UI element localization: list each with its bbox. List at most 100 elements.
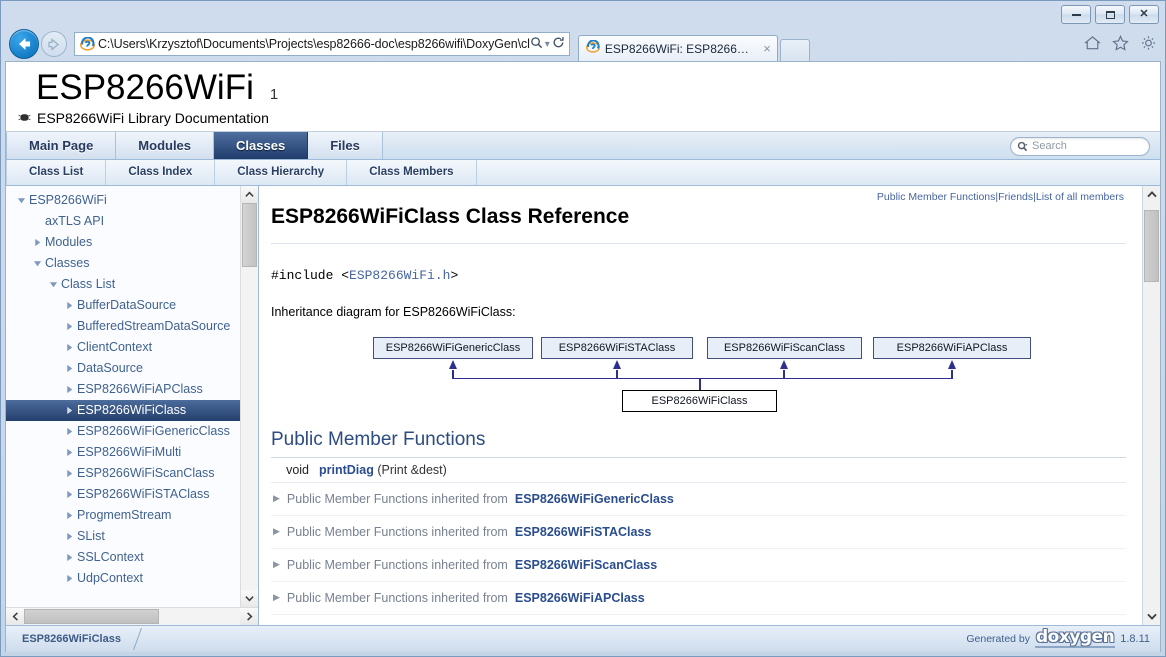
maximize-button[interactable] — [1095, 5, 1125, 24]
back-button[interactable] — [9, 29, 39, 59]
tab-modules[interactable]: Modules — [116, 132, 214, 159]
sidebar-hscroll-track[interactable] — [24, 608, 240, 625]
search-icon[interactable] — [530, 36, 543, 52]
sidebar-hscroll-thumb[interactable] — [24, 609, 159, 624]
include-file-link[interactable]: ESP8266WiFi.h — [349, 268, 450, 283]
navigation-tree[interactable]: ESP8266WiFiaxTLS APIModulesClassesClass … — [6, 186, 240, 607]
sidebar-item-esp8266wifiscanclass[interactable]: ESP8266WiFiScanClass — [6, 463, 240, 484]
chevron-down-icon[interactable] — [46, 280, 60, 289]
inheritance-parent-box[interactable]: ESP8266WiFiScanClass — [707, 337, 862, 359]
scroll-down-icon[interactable] — [1143, 607, 1160, 625]
sidebar-item-modules[interactable]: Modules — [6, 232, 240, 253]
member-name-link[interactable]: printDiag — [319, 463, 374, 477]
forward-button[interactable] — [41, 31, 67, 57]
sidebar-vertical-scrollbar[interactable] — [240, 186, 258, 607]
sidebar-item-axtls-api[interactable]: axTLS API — [6, 211, 240, 232]
scroll-down-icon[interactable] — [241, 590, 258, 607]
chevron-right-icon[interactable] — [62, 364, 76, 373]
inherited-section-header[interactable]: ▶ Public Member Functions inherited from… — [271, 483, 1126, 516]
chevron-right-icon[interactable] — [62, 301, 76, 310]
breadcrumb-item[interactable]: ESP8266WiFiClass — [6, 626, 129, 652]
summary-link-public-member-functions[interactable]: Public Member Functions — [877, 191, 995, 203]
new-tab-button[interactable] — [780, 39, 810, 61]
inherited-section-header[interactable]: ▶ Public Member Functions inherited from… — [271, 516, 1126, 549]
summary-link-friends[interactable]: Friends — [998, 191, 1033, 203]
dropdown-caret-icon[interactable]: ▾ — [545, 39, 550, 50]
address-bar[interactable]: C:\Users\Krzysztof\Documents\Projects\es… — [74, 32, 570, 56]
chevron-down-icon[interactable] — [14, 196, 28, 205]
sidebar-item-udpcontext[interactable]: UdpContext — [6, 568, 240, 589]
sidebar-item-esp8266wifimulti[interactable]: ESP8266WiFiMulti — [6, 442, 240, 463]
sidebar-item-esp8266wifigenericclass[interactable]: ESP8266WiFiGenericClass — [6, 421, 240, 442]
sidebar-item-bufferedstreamdatasource[interactable]: BufferedStreamDataSource — [6, 316, 240, 337]
subtab-class-members[interactable]: Class Members — [347, 160, 476, 185]
sidebar-horizontal-scrollbar[interactable] — [6, 607, 258, 625]
tab-close-icon[interactable]: × — [761, 41, 771, 56]
minimize-button[interactable] — [1061, 5, 1091, 24]
doxygen-logo[interactable]: doxygen — [1035, 629, 1115, 648]
scroll-up-icon[interactable] — [1143, 186, 1160, 204]
settings-gear-icon[interactable] — [1140, 35, 1157, 51]
inherited-section-header[interactable]: ▶ Public Member Functions inherited from… — [271, 549, 1126, 582]
chevron-down-icon[interactable] — [30, 259, 44, 268]
scroll-up-icon[interactable] — [241, 186, 258, 203]
chevron-right-icon[interactable] — [62, 553, 76, 562]
sidebar-scroll-thumb[interactable] — [242, 203, 257, 267]
inherited-class-link[interactable]: ESP8266WiFiAPClass — [515, 591, 645, 605]
sidebar-item-esp8266wifistaclass[interactable]: ESP8266WiFiSTAClass — [6, 484, 240, 505]
summary-link-list-of-all-members[interactable]: List of all members — [1036, 191, 1124, 203]
refresh-icon[interactable] — [552, 36, 565, 52]
chevron-right-icon[interactable] — [62, 448, 76, 457]
doxygen-version: 1.8.11 — [1120, 633, 1150, 645]
sidebar-item-esp8266wificlass[interactable]: ESP8266WiFiClass — [6, 400, 240, 421]
chevron-right-icon[interactable] — [62, 490, 76, 499]
chevron-right-icon[interactable] — [62, 385, 76, 394]
chevron-right-icon[interactable] — [30, 238, 44, 247]
chevron-right-icon[interactable] — [62, 574, 76, 583]
favorites-star-icon[interactable] — [1112, 35, 1129, 51]
inheritance-parent-box[interactable]: ESP8266WiFiAPClass — [873, 337, 1031, 359]
chevron-right-icon[interactable] — [62, 406, 76, 415]
sidebar-item-esp8266wifiapclass[interactable]: ESP8266WiFiAPClass — [6, 379, 240, 400]
content-vertical-scrollbar[interactable] — [1142, 186, 1160, 625]
inherited-section-header[interactable]: ▶ Public Member Functions inherited from… — [271, 582, 1126, 615]
close-button[interactable]: ✕ — [1129, 5, 1159, 24]
table-row[interactable]: void printDiag (Print &dest) — [271, 458, 1126, 483]
sidebar-scroll-track[interactable] — [241, 203, 258, 590]
tab-classes[interactable]: Classes — [214, 132, 308, 159]
inherited-class-link[interactable]: ESP8266WiFiScanClass — [515, 558, 657, 572]
tab-main-page[interactable]: Main Page — [6, 132, 116, 159]
inheritance-parent-box[interactable]: ESP8266WiFiSTAClass — [541, 337, 693, 359]
sidebar-item-datasource[interactable]: DataSource — [6, 358, 240, 379]
inherited-class-link[interactable]: ESP8266WiFiSTAClass — [515, 525, 652, 539]
chevron-right-icon[interactable] — [62, 469, 76, 478]
chevron-right-icon[interactable] — [62, 532, 76, 541]
tab-files[interactable]: Files — [308, 132, 383, 159]
content-scroll-track[interactable] — [1143, 204, 1160, 607]
scroll-left-icon[interactable] — [6, 608, 24, 625]
sidebar-item-slist[interactable]: SList — [6, 526, 240, 547]
address-text[interactable]: C:\Users\Krzysztof\Documents\Projects\es… — [96, 37, 530, 51]
search-box[interactable]: Search — [1010, 137, 1150, 156]
sidebar-item-classes[interactable]: Classes — [6, 253, 240, 274]
scroll-right-icon[interactable] — [240, 608, 258, 625]
sidebar-item-clientcontext[interactable]: ClientContext — [6, 337, 240, 358]
browser-tab[interactable]: ESP8266WiFi: ESP8266WiFi... × — [578, 35, 778, 61]
inherited-class-link[interactable]: ESP8266WiFiGenericClass — [515, 492, 674, 506]
sidebar-item-sslcontext[interactable]: SSLContext — [6, 547, 240, 568]
sidebar-item-esp8266wifi[interactable]: ESP8266WiFi — [6, 190, 240, 211]
sidebar-item-bufferdatasource[interactable]: BufferDataSource — [6, 295, 240, 316]
inheritance-child-box[interactable]: ESP8266WiFiClass — [622, 390, 777, 412]
chevron-right-icon[interactable] — [62, 343, 76, 352]
chevron-right-icon[interactable] — [62, 427, 76, 436]
chevron-right-icon[interactable] — [62, 322, 76, 331]
chevron-right-icon[interactable] — [62, 511, 76, 520]
subtab-class-index[interactable]: Class Index — [106, 160, 215, 185]
inheritance-parent-box[interactable]: ESP8266WiFiGenericClass — [373, 337, 533, 359]
home-icon[interactable] — [1084, 35, 1101, 51]
sidebar-item-class-list[interactable]: Class List — [6, 274, 240, 295]
subtab-class-list[interactable]: Class List — [6, 160, 106, 185]
content-scroll-thumb[interactable] — [1144, 210, 1159, 282]
subtab-class-hierarchy[interactable]: Class Hierarchy — [215, 160, 347, 185]
sidebar-item-progmemstream[interactable]: ProgmemStream — [6, 505, 240, 526]
